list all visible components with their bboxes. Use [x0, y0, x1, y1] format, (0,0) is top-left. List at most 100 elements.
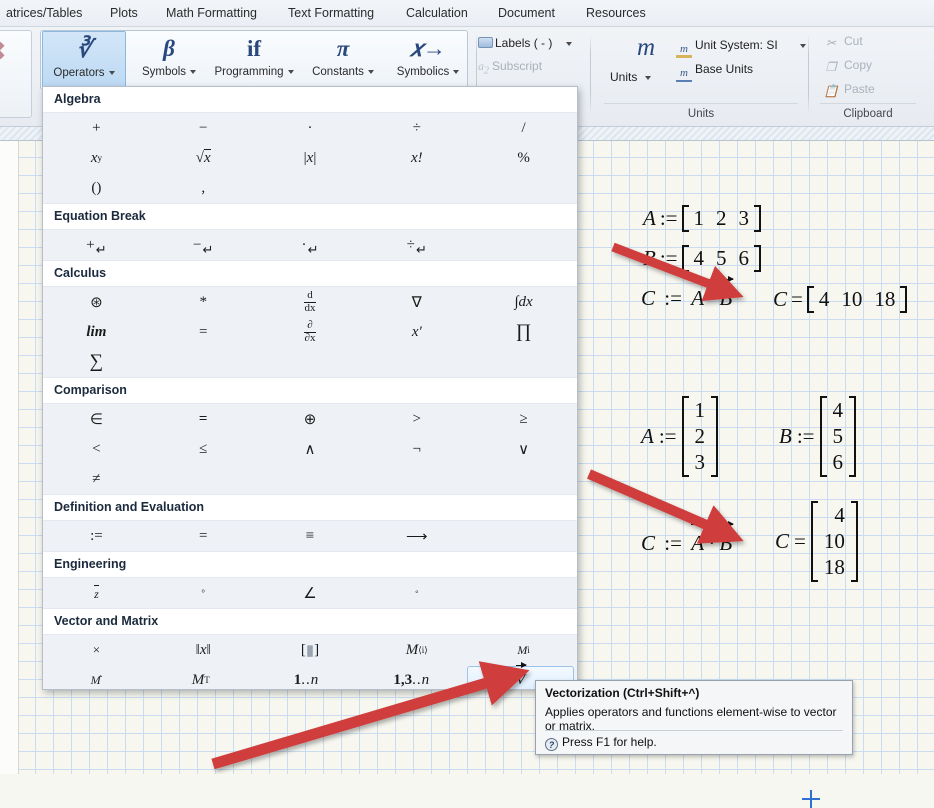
op-empty: [257, 173, 364, 203]
cut-button[interactable]: ✂ Cut: [822, 34, 863, 50]
region-C-result-row[interactable]: C = 4 10 18: [773, 286, 908, 313]
symbols-label: Symbols: [141, 66, 187, 78]
op-angle[interactable]: ∠: [257, 578, 364, 608]
chevron-down-icon[interactable]: [799, 43, 806, 48]
op-circled-plus[interactable]: ⊕: [257, 404, 364, 434]
op-minus[interactable]: −: [150, 113, 257, 143]
op-range-1-3-n[interactable]: 1,3.. n: [359, 665, 464, 689]
op-factorial[interactable]: x!: [363, 143, 470, 173]
op-parentheses[interactable]: (): [43, 173, 150, 203]
op-logical-or[interactable]: ∨: [470, 434, 577, 464]
op-degree-small[interactable]: °: [150, 578, 257, 608]
op-sqrt[interactable]: √ x: [150, 143, 257, 173]
op-summation[interactable]: ∑: [43, 347, 150, 377]
region-A-col[interactable]: A := 1 2 3: [641, 396, 719, 477]
op-absolute[interactable]: | x |: [257, 143, 364, 173]
op-divide[interactable]: ÷: [363, 113, 470, 143]
op-percent[interactable]: %: [470, 143, 577, 173]
op-multiply-break[interactable]: · ↵: [257, 230, 364, 260]
op-comma[interactable]: ,: [150, 173, 257, 203]
op-partial-derivative[interactable]: ∂ ∂x: [257, 317, 364, 347]
op-slash[interactable]: /: [470, 113, 577, 143]
op-plus[interactable]: +: [43, 113, 150, 143]
tab-text-formatting[interactable]: Text Formatting: [282, 0, 380, 27]
bracket-right: [711, 396, 719, 477]
op-assign[interactable]: :=: [43, 521, 150, 551]
tooltip-footer-text: Press F1 for help.: [562, 735, 657, 749]
delete-region-button[interactable]: ✖ ete ion: [0, 30, 32, 118]
op-degree-tiny[interactable]: °: [363, 578, 470, 608]
units-button[interactable]: Units: [610, 70, 652, 84]
op-matrix-insert[interactable]: [▮]: [257, 635, 364, 665]
region-B-row[interactable]: B := 4 5 6: [643, 245, 762, 272]
op-evaluate[interactable]: =: [150, 521, 257, 551]
op-equals-eval[interactable]: =: [150, 317, 257, 347]
tab-resources[interactable]: Resources: [580, 0, 652, 27]
op-circled-asterisk[interactable]: ⊛: [43, 287, 150, 317]
op-not-equal[interactable]: ≠: [43, 464, 150, 494]
op-matrix-determinant[interactable]: M̂: [43, 665, 148, 689]
region-C-def-col[interactable]: C := A · B: [641, 521, 735, 556]
op-conjugate[interactable]: z: [43, 578, 150, 608]
op-divide-break[interactable]: ÷ ↵: [363, 230, 470, 260]
op-matrix-transpose[interactable]: MT: [148, 665, 253, 689]
op-derivative[interactable]: d dx: [257, 287, 364, 317]
chevron-down-icon[interactable]: [190, 69, 197, 74]
chevron-down-icon[interactable]: [287, 69, 294, 74]
chevron-down-icon[interactable]: [453, 69, 460, 74]
op-multiply[interactable]: ·: [257, 113, 364, 143]
tab-calculation[interactable]: Calculation: [400, 0, 474, 27]
op-product[interactable]: ∏: [470, 317, 577, 347]
op-matrix-column[interactable]: M ⟨i⟩: [363, 635, 470, 665]
op-integral[interactable]: ∫dx: [470, 287, 577, 317]
op-plus-break[interactable]: + ↵: [43, 230, 150, 260]
operators-button[interactable]: ∛ Operators: [42, 31, 126, 89]
op-range-1-n[interactable]: 1.. n: [253, 665, 358, 689]
operators-dropdown-panel[interactable]: Algebra + − · ÷ / xy √ x | x | x! % () , Eq…: [42, 86, 578, 690]
op-minus-break[interactable]: − ↵: [150, 230, 257, 260]
op-asterisk[interactable]: *: [150, 287, 257, 317]
chevron-down-icon[interactable]: [565, 41, 572, 46]
op-greater-equal[interactable]: ≥: [470, 404, 577, 434]
chevron-down-icon[interactable]: [645, 75, 652, 80]
op-magnitude[interactable]: ‖ x ‖: [150, 635, 257, 665]
op-logical-and[interactable]: ∧: [257, 434, 364, 464]
op-logical-not[interactable]: ¬: [363, 434, 470, 464]
subscript-button[interactable]: a2 Subscript: [478, 59, 542, 76]
op-power[interactable]: xy: [43, 143, 150, 173]
copy-button[interactable]: ❐ Copy: [822, 58, 872, 74]
programming-button[interactable]: if Programming: [212, 31, 296, 89]
bracket-right: [754, 205, 762, 232]
op-nabla[interactable]: ∇: [363, 287, 470, 317]
region-C-def-row[interactable]: C := A · B: [641, 276, 735, 311]
tab-math-formatting[interactable]: Math Formatting: [160, 0, 263, 27]
op-global-def[interactable]: ≡: [257, 521, 364, 551]
op-element-of[interactable]: ∈: [43, 404, 150, 434]
unit-system-selector[interactable]: m Unit System: SI: [676, 38, 806, 58]
symbols-button[interactable]: β Symbols: [127, 31, 211, 89]
op-less-equal[interactable]: ≤: [150, 434, 257, 464]
region-B-col[interactable]: B := 4 5 6: [779, 396, 857, 477]
chevron-down-icon[interactable]: [367, 69, 374, 74]
tab-plots[interactable]: Plots: [104, 0, 144, 27]
op-cross-product[interactable]: ×: [43, 635, 150, 665]
region-C-result-col[interactable]: C = 4 10 18: [775, 501, 858, 582]
constants-button[interactable]: π Constants: [301, 31, 385, 89]
op-matrix-index[interactable]: Mi: [470, 635, 577, 665]
op-less-than[interactable]: <: [43, 434, 150, 464]
op-bold-equals[interactable]: =: [150, 404, 257, 434]
section-header-definition-evaluation: Definition and Evaluation: [43, 495, 577, 520]
tab-matrices-tables[interactable]: atrices/Tables: [0, 0, 88, 27]
tab-document[interactable]: Document: [492, 0, 561, 27]
labels-button[interactable]: Labels ( - ): [478, 36, 572, 50]
op-symbolic-eval[interactable]: ⟶: [363, 521, 470, 551]
base-units-button[interactable]: m Base Units: [676, 62, 753, 82]
chevron-down-icon[interactable]: [108, 70, 115, 75]
op-limit[interactable]: lim: [43, 317, 150, 347]
symbolics-button[interactable]: 𝑥→ Symbolics: [386, 31, 470, 89]
op-greater-than[interactable]: >: [363, 404, 470, 434]
region-A-row[interactable]: A := 1 2 3: [643, 205, 762, 232]
op-prime[interactable]: x′: [363, 317, 470, 347]
units-icon[interactable]: m: [620, 34, 672, 62]
paste-button[interactable]: 📋 Paste: [822, 82, 875, 98]
